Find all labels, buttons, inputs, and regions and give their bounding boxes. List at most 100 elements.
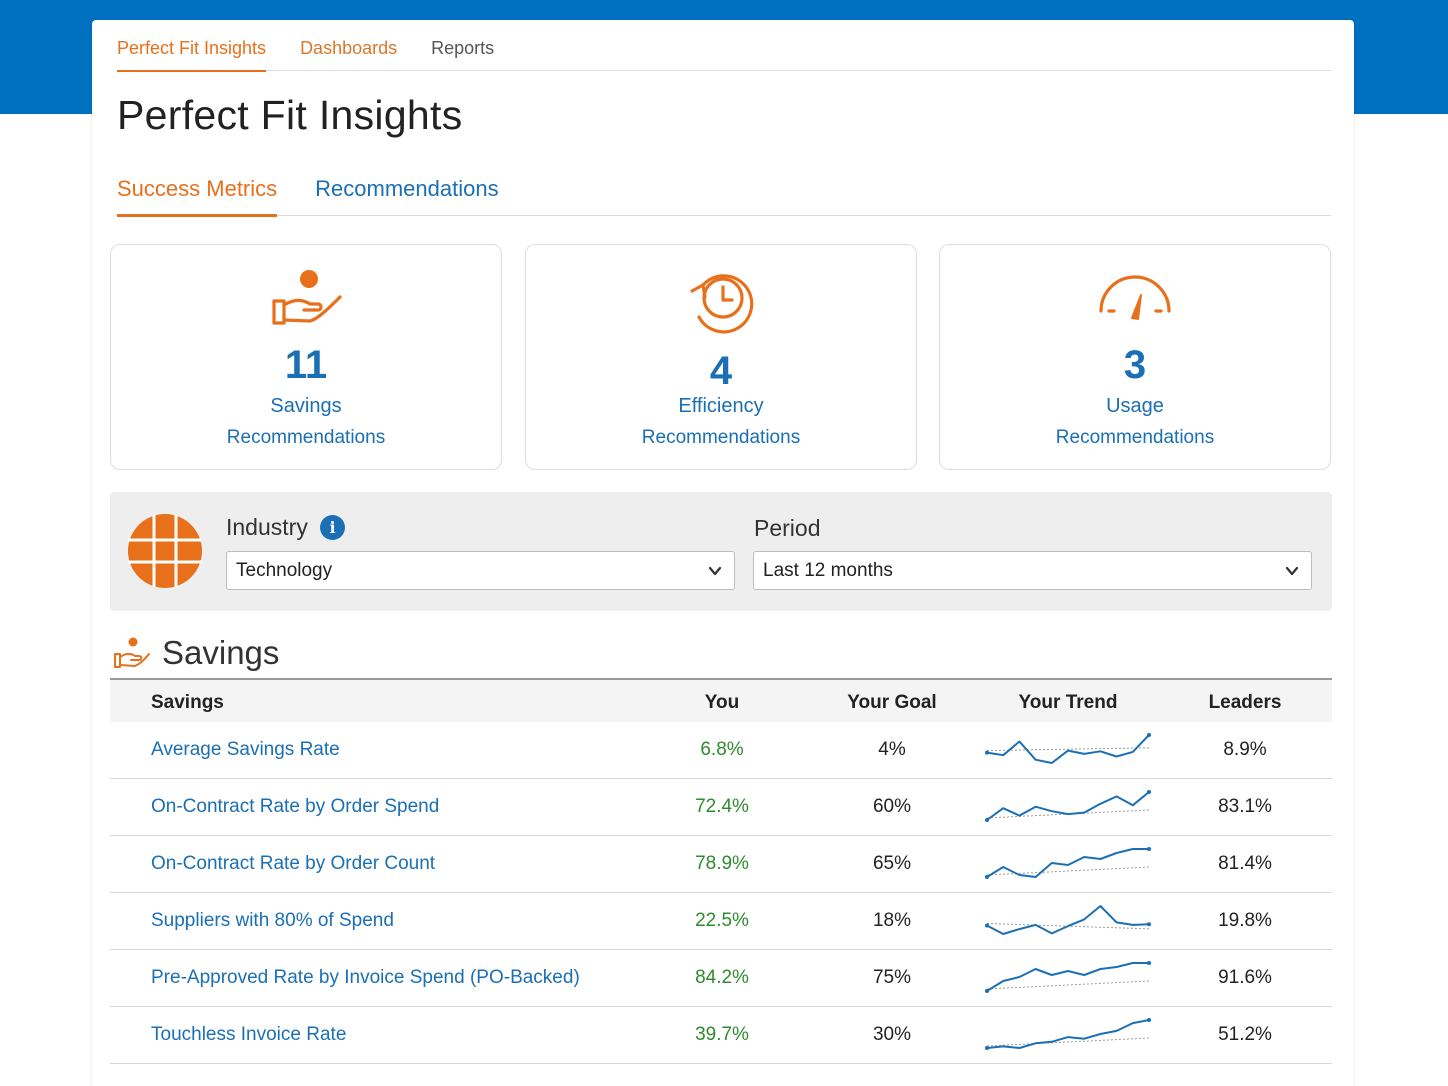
trend-baseline: [986, 980, 1150, 990]
table-row: Suppliers with 80% of Spend 22.5% 18% 19.8%: [110, 893, 1332, 950]
table-row: On-Contract Rate by Order Spend 72.4% 60% 8…: [110, 779, 1332, 836]
chevron-down-icon: [708, 566, 722, 576]
trend-line: [986, 1019, 1150, 1049]
tab-success-metrics[interactable]: Success Metrics: [117, 170, 278, 217]
top-nav: Perfect Fit Insights Dashboards Reports: [117, 20, 1331, 72]
industry-label: Industry: [226, 514, 308, 540]
trend-end-point: [1147, 847, 1151, 851]
metric-link[interactable]: On-Contract Rate by Order Spend: [151, 796, 439, 818]
col-savings: Savings: [151, 692, 224, 713]
period-select[interactable]: Last 12 months: [753, 551, 1312, 590]
trend-start-point: [985, 875, 989, 879]
nav-reports[interactable]: Reports: [431, 20, 494, 71]
trend-sparkline: [985, 905, 1151, 935]
metric-card-efficiency[interactable]: 4 Efficiency Recommendations: [525, 244, 917, 470]
value-leaders: 8.9%: [1223, 739, 1267, 760]
value-you: 22.5%: [695, 910, 749, 931]
period-label: Period: [754, 515, 821, 541]
industry-select-value: Technology: [236, 560, 333, 581]
value-you: 84.2%: [695, 967, 749, 988]
value-goal: 30%: [872, 1024, 912, 1045]
value-you: 78.9%: [695, 853, 749, 874]
filter-panel: Industry i Technology Period Last 12 mon…: [110, 492, 1332, 611]
info-icon[interactable]: i: [320, 515, 345, 540]
value-you: 72.4%: [695, 796, 749, 817]
trend-end-point: [1147, 1018, 1151, 1022]
section-title: Savings: [162, 634, 280, 671]
value-goal: 18%: [872, 910, 912, 931]
metric-sublabel: Recommendations: [641, 427, 801, 448]
hand-coin-icon: [272, 270, 342, 325]
value-you: 6.8%: [700, 739, 744, 760]
trend-end-point: [1147, 733, 1151, 737]
table-row: Average Savings Rate 6.8% 4% 8.9%: [110, 722, 1332, 779]
trend-end-point: [1147, 790, 1151, 794]
metric-value: 3: [1123, 343, 1147, 387]
value-leaders: 81.4%: [1218, 853, 1272, 874]
metric-value: 4: [709, 349, 733, 393]
savings-table: Savings You Your Goal Your Trend Leaders…: [110, 678, 1332, 1064]
metric-value: 11: [284, 343, 328, 387]
metric-link[interactable]: Average Savings Rate: [151, 739, 340, 761]
value-leaders: 91.6%: [1218, 967, 1272, 988]
trend-start-point: [985, 923, 989, 928]
table-header: Savings You Your Goal Your Trend Leaders: [110, 678, 1332, 722]
table-body: Average Savings Rate 6.8% 4% 8.9% On-Contrac…: [110, 722, 1332, 1064]
metric-link[interactable]: Pre-Approved Rate by Invoice Spend (PO-B…: [151, 967, 580, 989]
value-goal: 60%: [872, 796, 912, 817]
metric-link[interactable]: On-Contract Rate by Order Count: [151, 853, 435, 875]
period-select-value: Last 12 months: [763, 560, 893, 581]
table-row: Pre-Approved Rate by Invoice Spend (PO-B…: [110, 950, 1332, 1007]
gauge-icon: [1099, 275, 1171, 320]
trend-start-point: [985, 818, 989, 822]
metric-card-savings[interactable]: 11 Savings Recommendations: [110, 244, 502, 470]
trend-end-point: [1147, 961, 1151, 965]
trend-start-point: [985, 1046, 989, 1050]
value-leaders: 83.1%: [1218, 796, 1272, 817]
col-your-goal: Your Goal: [847, 692, 937, 713]
value-goal: 75%: [872, 967, 912, 988]
trend-line: [986, 905, 1150, 935]
trend-line: [986, 791, 1150, 821]
trend-end-point: [1147, 922, 1151, 927]
main-card: Perfect Fit Insights Dashboards Reports …: [92, 20, 1354, 1086]
nav-perfect-fit-insights[interactable]: Perfect Fit Insights: [117, 20, 267, 72]
trend-start-point: [985, 989, 989, 993]
hand-coin-icon: [114, 637, 150, 668]
chevron-down-icon: [1285, 566, 1299, 576]
trend-baseline: [986, 1037, 1150, 1047]
table-row: Touchless Invoice Rate 39.7% 30% 51.2%: [110, 1007, 1332, 1064]
globe-icon: [128, 514, 202, 588]
value-leaders: 51.2%: [1218, 1024, 1272, 1045]
col-your-trend: Your Trend: [1018, 692, 1118, 713]
value-leaders: 19.8%: [1218, 910, 1272, 931]
trend-sparkline: [985, 733, 1151, 764]
metric-sublabel: Recommendations: [226, 427, 386, 448]
trend-line: [986, 848, 1149, 878]
metric-link[interactable]: Suppliers with 80% of Spend: [151, 910, 394, 932]
value-goal: 65%: [872, 853, 912, 874]
clock-history-icon: [690, 274, 754, 334]
industry-select[interactable]: Technology: [226, 551, 735, 590]
trend-sparkline: [985, 847, 1151, 879]
trend-line: [986, 962, 1149, 992]
col-you: You: [704, 692, 740, 713]
metric-cards: 11 Savings Recommendations 4 Efficiency …: [110, 244, 1331, 470]
metric-card-usage[interactable]: 3 Usage Recommendations: [939, 244, 1331, 470]
nav-dashboards[interactable]: Dashboards: [300, 20, 397, 71]
value-goal: 4%: [878, 739, 906, 760]
trend-sparkline: [985, 1018, 1151, 1050]
subtabs: Success Metrics Recommendations: [117, 170, 1331, 217]
value-you: 39.7%: [695, 1024, 749, 1045]
page-title: Perfect Fit Insights: [117, 92, 463, 138]
col-leaders: Leaders: [1208, 692, 1282, 713]
trend-sparkline: [985, 961, 1151, 993]
table-row: On-Contract Rate by Order Count 78.9% 65% 8…: [110, 836, 1332, 893]
metric-label: Efficiency: [678, 395, 764, 417]
trend-sparkline: [985, 790, 1151, 822]
metric-label: Usage: [1106, 395, 1164, 417]
metric-link[interactable]: Touchless Invoice Rate: [151, 1024, 346, 1046]
tab-recommendations[interactable]: Recommendations: [315, 170, 498, 216]
metric-sublabel: Recommendations: [1055, 427, 1215, 448]
metric-label: Savings: [270, 395, 342, 417]
